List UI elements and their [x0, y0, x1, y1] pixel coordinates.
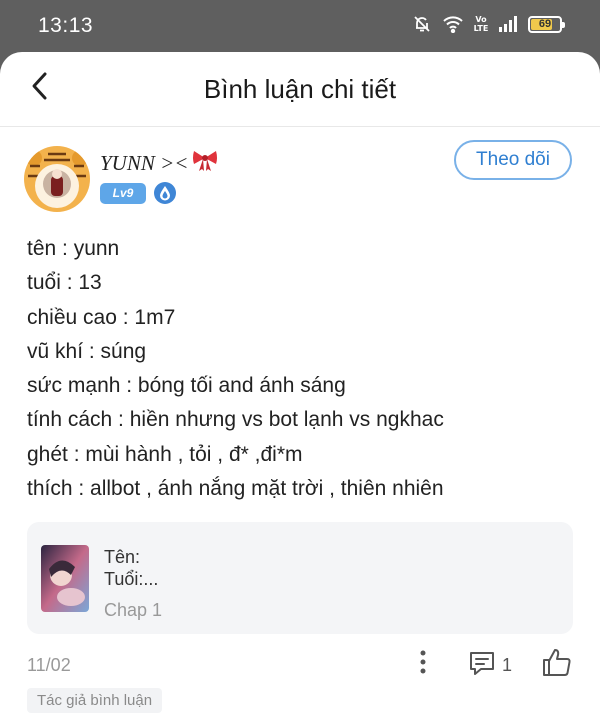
author-name-text: YUNN >< [100, 150, 189, 175]
chapter-preview: Tên: Tuổi:... [104, 546, 158, 590]
svg-text:Vo: Vo [475, 15, 487, 24]
content-line: sức mạnh : bóng tối and ánh sáng [27, 374, 346, 398]
comment-date: 11/02 [27, 655, 71, 675]
bell-off-icon [412, 14, 432, 34]
comment-icon [468, 650, 496, 681]
volte-icon: Vo LTE [474, 14, 488, 34]
content-line: thích : allbot , ánh nắng mặt trời , thi… [27, 477, 444, 501]
content-line: chiều cao : 1m7 [27, 305, 176, 329]
like-button[interactable] [541, 647, 573, 679]
ribbon-bow-icon [191, 148, 219, 178]
page-title: Bình luận chi tiết [203, 74, 397, 104]
follow-button[interactable]: Theo dõi [454, 140, 572, 180]
avatar[interactable] [24, 146, 90, 212]
chapter-thumbnail [41, 545, 89, 612]
status-icons: Vo LTE 69 [412, 14, 565, 34]
reply-button[interactable]: 1 [468, 650, 512, 681]
author-comment-tag: Tác giả bình luận [27, 688, 163, 713]
svg-text:LTE: LTE [474, 24, 488, 33]
author-name[interactable]: YUNN >< [100, 148, 219, 178]
content-line: tên : yunn [27, 237, 120, 260]
wifi-icon [442, 15, 464, 33]
more-vertical-icon [420, 650, 426, 679]
content-line: ghét : mùi hành , tỏi , đ* ,đi*m [27, 442, 303, 466]
chapter-label: Chap 1 [104, 600, 163, 620]
status-bar: 13:13 Vo LTE 69 [0, 0, 600, 52]
battery-level: 69 [538, 17, 552, 30]
reply-count: 1 [502, 655, 513, 675]
chapter-card[interactable]: Tên: Tuổi:... Chap 1 [27, 522, 573, 634]
comment-detail-sheet: Bình luận chi tiết YUNN >< Lv9 Theo dõi … [0, 52, 600, 725]
signal-icon [498, 15, 518, 33]
droplet-badge-icon [154, 182, 176, 204]
header: Bình luận chi tiết [0, 52, 600, 127]
content-line: vũ khí : súng [27, 339, 147, 363]
chapter-preview-line: Tên: [104, 547, 141, 567]
level-badge: Lv9 [100, 182, 146, 204]
author-badges: Lv9 [100, 182, 176, 204]
thumbs-up-icon [541, 649, 573, 683]
status-time: 13:13 [38, 14, 94, 37]
comment-content: tên : yunn tuổi : 13 chiều cao : 1m7 vũ … [27, 232, 587, 506]
content-line: tuổi : 13 [27, 271, 102, 295]
more-options-button[interactable] [412, 649, 434, 679]
battery-indicator: 69 [528, 15, 565, 33]
content-line: tính cách : hiền nhưng vs bot lạnh vs ng… [27, 408, 444, 432]
chapter-preview-line: Tuổi:... [104, 569, 159, 589]
